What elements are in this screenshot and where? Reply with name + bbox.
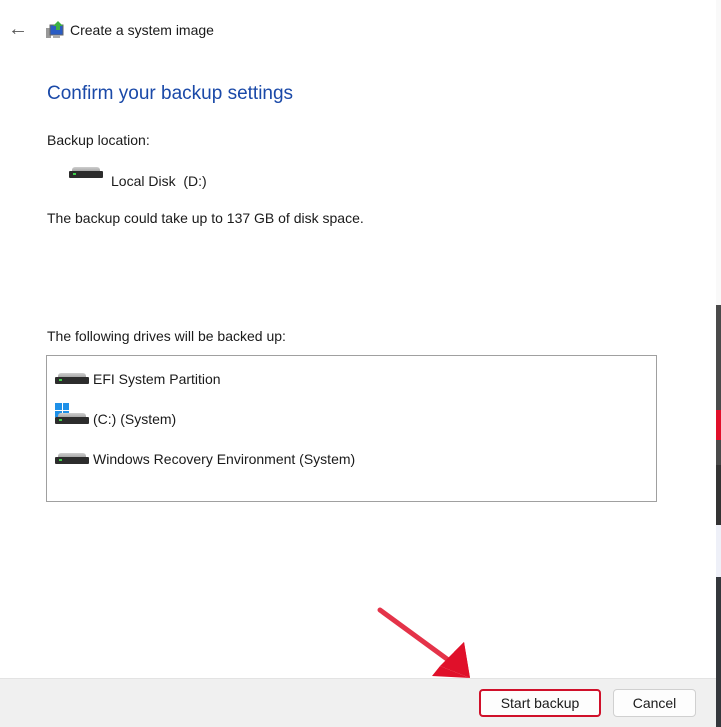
system-image-app-icon (46, 21, 64, 38)
back-arrow-icon[interactable]: ← (8, 18, 28, 41)
list-item: (C:) (System) (55, 411, 176, 427)
list-item: EFI System Partition (55, 371, 221, 387)
drive-name: (C:) (System) (93, 411, 177, 427)
page-heading: Confirm your backup settings (47, 83, 294, 104)
drives-list: EFI System Partition (C:) (System) Windo… (46, 355, 657, 502)
create-system-image-window: ← Create a system image Confirm your bac… (0, 0, 716, 727)
drive-name: EFI System Partition (93, 371, 221, 387)
window-title: Create a system image (70, 22, 214, 38)
backup-location-value: Local Disk (D:) (111, 173, 207, 189)
drive-icon (55, 413, 89, 425)
drive-name: Windows Recovery Environment (System) (93, 451, 356, 467)
drive-icon (55, 453, 89, 465)
footer-bar (0, 678, 716, 727)
list-item: Windows Recovery Environment (System) (55, 451, 355, 467)
start-backup-button[interactable]: Start backup (479, 689, 601, 717)
background-window-edge (716, 0, 721, 727)
drive-icon (55, 373, 89, 385)
drives-label: The following drives will be backed up: (47, 328, 286, 344)
backup-location-label: Backup location: (47, 132, 150, 148)
drive-icon (69, 167, 103, 179)
disk-space-note: The backup could take up to 137 GB of di… (47, 210, 364, 226)
red-arrow-annotation-icon (377, 607, 470, 678)
cancel-button[interactable]: Cancel (613, 689, 696, 717)
